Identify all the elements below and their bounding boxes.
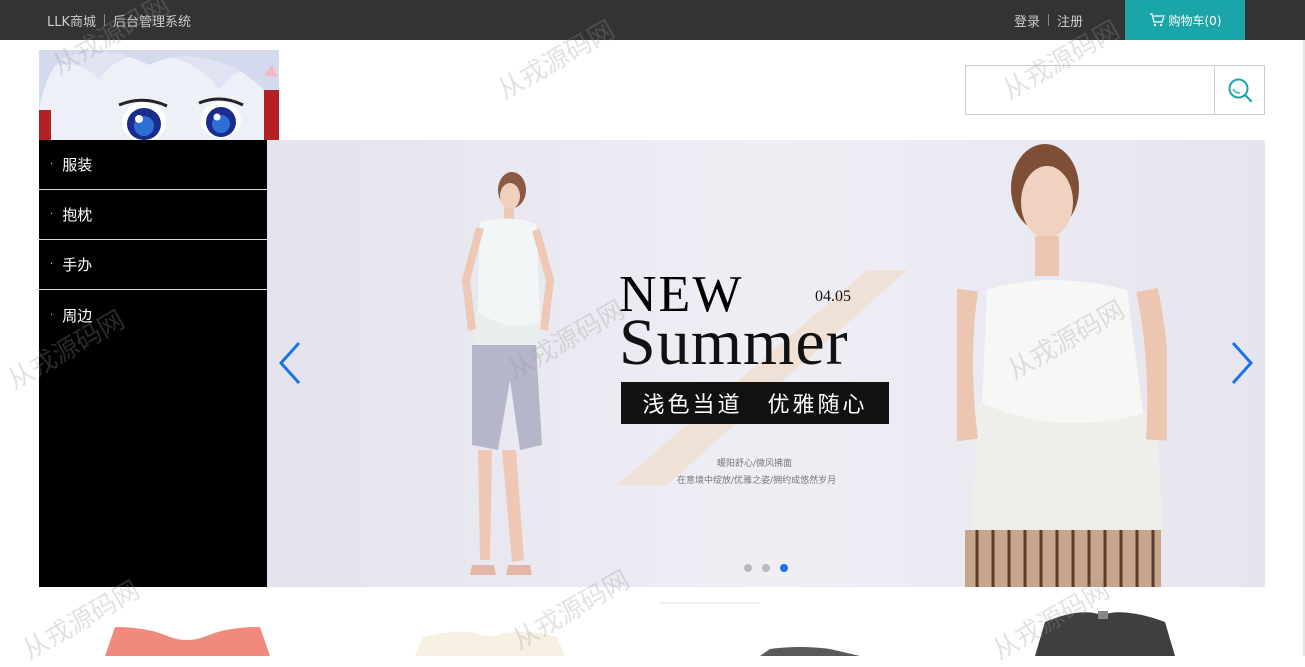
product-image-grey-shirt[interactable] [660, 597, 860, 656]
model-image-right [957, 144, 1167, 587]
model-image-left [461, 172, 555, 575]
product-image-cream-shirt[interactable] [415, 597, 565, 656]
category-label: 周边 [62, 306, 93, 325]
bullet-icon: · [50, 259, 54, 270]
divider [1048, 14, 1050, 26]
carousel-dot-2[interactable] [762, 564, 770, 572]
cart-icon [1149, 13, 1165, 27]
banner-carousel[interactable]: NEW 04.05 Summer 浅色当道 优雅随心 暖阳舒心/微风拂面 在意境… [267, 140, 1265, 587]
category-item-figures[interactable]: · 手办 [39, 240, 267, 290]
search-bar [965, 65, 1265, 115]
category-item-clothing[interactable]: · 服装 [39, 140, 267, 190]
register-link[interactable]: 注册 [1057, 11, 1083, 30]
banner-subtext-1: 暖阳舒心/微风拂面 [717, 459, 793, 469]
login-link[interactable]: 登录 [1014, 11, 1040, 30]
carousel-prev-arrow-icon[interactable] [275, 340, 305, 386]
search-icon [1228, 78, 1252, 103]
category-label: 服装 [62, 156, 93, 174]
product-image-pink-shirt[interactable] [105, 597, 270, 656]
banner-summer-text: Summer [619, 306, 849, 379]
banner-date: 04.05 [815, 288, 851, 305]
logo-anime-image [39, 50, 279, 140]
banner-tagline: 浅色当道 优雅随心 [621, 382, 889, 424]
carousel-indicators [744, 564, 788, 572]
bullet-icon: · [50, 309, 54, 321]
product-image-dark-shirt[interactable] [1030, 597, 1180, 656]
category-item-merch[interactable]: · 周边 [39, 290, 267, 340]
bullet-icon: · [50, 159, 54, 170]
search-button[interactable] [1215, 65, 1265, 115]
product-row [0, 587, 1305, 656]
carousel-dot-1[interactable] [744, 564, 752, 572]
carousel-next-arrow-icon[interactable] [1227, 340, 1257, 386]
top-bar-account: 登录 注册 [1014, 0, 1083, 40]
category-item-pillow[interactable]: · 抱枕 [39, 190, 267, 240]
top-bar: LLK商城 后台管理系统 登录 注册 购物车(0) [0, 0, 1305, 40]
banner-subtext-2: 在意境中绽放/优雅之姿/拥约成悠然岁月 [677, 476, 837, 486]
top-bar-left: LLK商城 后台管理系统 [47, 0, 191, 40]
cart-button[interactable]: 购物车(0) [1125, 0, 1245, 40]
search-input[interactable] [965, 65, 1215, 115]
bullet-icon: · [50, 209, 54, 220]
category-nav: · 服装 · 抱枕 · 手办 · 周边 [39, 140, 267, 587]
divider [104, 14, 106, 26]
carousel-dot-3[interactable] [780, 564, 788, 572]
category-label: 手办 [62, 256, 93, 274]
shop-home-link[interactable]: LLK商城 [47, 11, 96, 30]
admin-link[interactable]: 后台管理系统 [113, 11, 191, 30]
site-logo[interactable] [39, 50, 279, 140]
category-label: 抱枕 [62, 206, 93, 224]
cart-label: 购物车(0) [1168, 13, 1222, 28]
